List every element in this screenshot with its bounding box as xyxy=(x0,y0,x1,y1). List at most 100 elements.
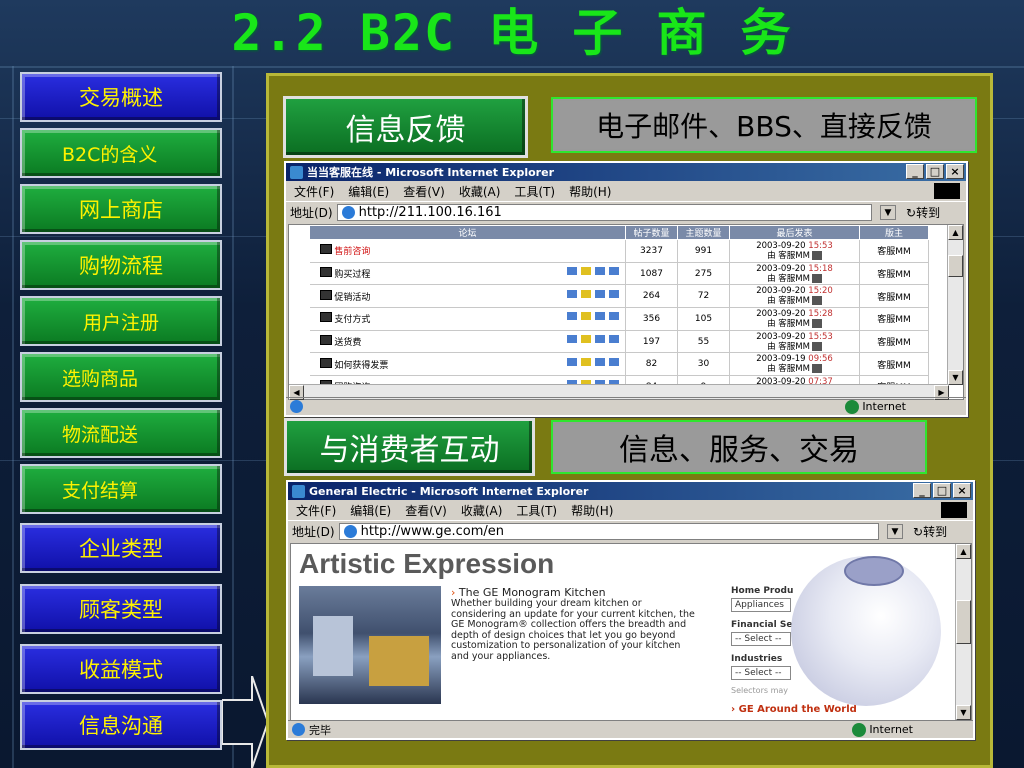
book-icon[interactable] xyxy=(609,357,619,366)
menu-view[interactable]: 查看(V) xyxy=(403,183,445,200)
address-dropdown-button[interactable]: ▼ xyxy=(887,524,903,539)
address-dropdown-button[interactable]: ▼ xyxy=(880,205,896,220)
menu-help[interactable]: 帮助(H) xyxy=(569,183,611,200)
note-icon[interactable] xyxy=(581,312,591,321)
close-button[interactable]: × xyxy=(953,483,971,498)
forum-moderator[interactable]: 客服MM xyxy=(859,239,929,263)
ge-around-world-link[interactable]: › GE Around the World xyxy=(731,704,857,715)
vertical-scrollbar[interactable]: ▲ ▼ xyxy=(947,225,963,385)
note-icon[interactable] xyxy=(581,357,591,366)
go-to-post-icon[interactable] xyxy=(811,250,822,260)
industries-select[interactable]: -- Select -- xyxy=(731,666,791,680)
scroll-up-button[interactable]: ▲ xyxy=(956,544,971,559)
book-icon[interactable] xyxy=(609,312,619,321)
book-icon[interactable] xyxy=(609,289,619,298)
forum-row[interactable]: 购买过程 1087 275 2003-09-20 15:18 由 客服MM 客服MM xyxy=(309,262,929,286)
scroll-down-button[interactable]: ▼ xyxy=(948,370,963,385)
go-to-post-icon[interactable] xyxy=(811,364,822,374)
monitor-icon[interactable] xyxy=(595,357,605,366)
search-icon[interactable] xyxy=(567,267,577,276)
maximize-button[interactable]: □ xyxy=(933,483,951,498)
menu-favorites[interactable]: 收藏(A) xyxy=(459,183,501,200)
go-to-post-icon[interactable] xyxy=(811,341,822,351)
forum-row[interactable]: 支付方式 356 105 2003-09-20 15:28 由 客服MM 客服MM xyxy=(309,307,929,331)
forum-moderator[interactable]: 客服MM xyxy=(859,307,929,331)
forum-moderator[interactable]: 客服MM xyxy=(859,262,929,286)
financial-select[interactable]: -- Select -- xyxy=(731,632,791,646)
search-icon[interactable] xyxy=(567,312,577,321)
scroll-thumb[interactable] xyxy=(948,255,963,277)
forum-moderator[interactable]: 客服MM xyxy=(859,284,929,309)
menu-edit[interactable]: 编辑(E) xyxy=(350,502,391,519)
nav-item-revenue-model[interactable]: 收益模式 xyxy=(20,644,222,694)
feedback-button[interactable]: 信息反馈 xyxy=(283,96,528,158)
menu-view[interactable]: 查看(V) xyxy=(405,502,447,519)
note-icon[interactable] xyxy=(581,289,591,298)
nav-item-select-goods[interactable]: 选购商品 xyxy=(20,352,222,402)
go-to-post-icon[interactable] xyxy=(811,318,822,328)
maximize-button[interactable]: □ xyxy=(926,164,944,179)
forum-row[interactable]: 促销活动 264 72 2003-09-20 15:20 由 客服MM 客服MM xyxy=(309,284,929,309)
monitor-icon[interactable] xyxy=(595,312,605,321)
nav-item-b2c-meaning[interactable]: B2C的含义 xyxy=(20,128,222,178)
forum-topic-cell[interactable]: 促销活动 xyxy=(309,284,626,309)
forum-row[interactable]: 送货费 197 55 2003-09-20 15:53 由 客服MM 客服MM xyxy=(309,330,929,354)
book-icon[interactable] xyxy=(609,335,619,344)
monitor-icon[interactable] xyxy=(595,267,605,276)
minimize-button[interactable]: _ xyxy=(913,483,931,498)
nav-item-customer-types[interactable]: 顾客类型 xyxy=(20,584,222,634)
forum-topic-cell[interactable]: 如何获得发票 xyxy=(309,352,626,377)
forum-topic[interactable]: 购买过程 xyxy=(334,270,370,280)
forum-row[interactable]: 如何获得发票 82 30 2003-09-19 09:56 由 客服MM 客服MM xyxy=(309,352,929,377)
monitor-icon[interactable] xyxy=(595,335,605,344)
forum-topic-cell[interactable]: 售前咨询 xyxy=(309,239,626,263)
menu-file[interactable]: 文件(F) xyxy=(296,502,336,519)
nav-item-communication[interactable]: 信息沟通 xyxy=(20,700,222,750)
search-icon[interactable] xyxy=(567,335,577,344)
nav-item-user-registration[interactable]: 用户注册 xyxy=(20,296,222,346)
nav-item-online-store[interactable]: 网上商店 xyxy=(20,184,222,234)
address-input[interactable]: http://211.100.16.161 xyxy=(336,204,872,221)
forum-topic-cell[interactable]: 购买过程 xyxy=(309,262,626,286)
nav-item-logistics[interactable]: 物流配送 xyxy=(20,408,222,458)
forum-topic[interactable]: 促销活动 xyxy=(334,293,370,303)
book-icon[interactable] xyxy=(609,267,619,276)
menu-file[interactable]: 文件(F) xyxy=(294,183,334,200)
menu-tools[interactable]: 工具(T) xyxy=(516,502,557,519)
nav-item-payment[interactable]: 支付结算 xyxy=(20,464,222,514)
forum-row[interactable]: 售前咨询 3237 991 2003-09-20 15:53 由 客服MM 客服MM xyxy=(309,239,929,263)
forum-topic[interactable]: 售前咨询 xyxy=(334,247,370,257)
go-to-post-icon[interactable] xyxy=(811,296,822,306)
search-icon[interactable] xyxy=(567,357,577,366)
vertical-scrollbar[interactable]: ▲ ▼ xyxy=(955,544,971,720)
nav-item-transaction-overview[interactable]: 交易概述 xyxy=(20,72,222,122)
forum-topic[interactable]: 如何获得发票 xyxy=(334,361,388,371)
nav-item-shopping-process[interactable]: 购物流程 xyxy=(20,240,222,290)
interact-button[interactable]: 与消费者互动 xyxy=(284,418,535,476)
go-to-post-icon[interactable] xyxy=(811,273,822,283)
menu-help[interactable]: 帮助(H) xyxy=(571,502,613,519)
note-icon[interactable] xyxy=(581,267,591,276)
monitor-icon[interactable] xyxy=(595,289,605,298)
home-products-select[interactable]: Appliances xyxy=(731,598,791,612)
scroll-up-button[interactable]: ▲ xyxy=(948,225,963,240)
close-button[interactable]: × xyxy=(946,164,964,179)
scroll-thumb[interactable] xyxy=(956,600,971,644)
forum-topic-cell[interactable]: 送货费 xyxy=(309,330,626,354)
note-icon[interactable] xyxy=(581,335,591,344)
forum-moderator[interactable]: 客服MM xyxy=(859,330,929,354)
address-input[interactable]: http://www.ge.com/en xyxy=(338,523,879,540)
minimize-button[interactable]: _ xyxy=(906,164,924,179)
forum-topic-cell[interactable]: 支付方式 xyxy=(309,307,626,331)
scroll-down-button[interactable]: ▼ xyxy=(956,705,971,720)
menu-edit[interactable]: 编辑(E) xyxy=(348,183,389,200)
go-button[interactable]: ↻转到 xyxy=(906,204,966,221)
forum-topic[interactable]: 支付方式 xyxy=(334,315,370,325)
menu-tools[interactable]: 工具(T) xyxy=(514,183,555,200)
forum-topic[interactable]: 送货费 xyxy=(334,338,361,348)
nav-item-enterprise-types[interactable]: 企业类型 xyxy=(20,523,222,573)
menu-favorites[interactable]: 收藏(A) xyxy=(461,502,503,519)
forum-moderator[interactable]: 客服MM xyxy=(859,352,929,377)
search-icon[interactable] xyxy=(567,289,577,298)
go-button[interactable]: ↻转到 xyxy=(913,523,973,540)
